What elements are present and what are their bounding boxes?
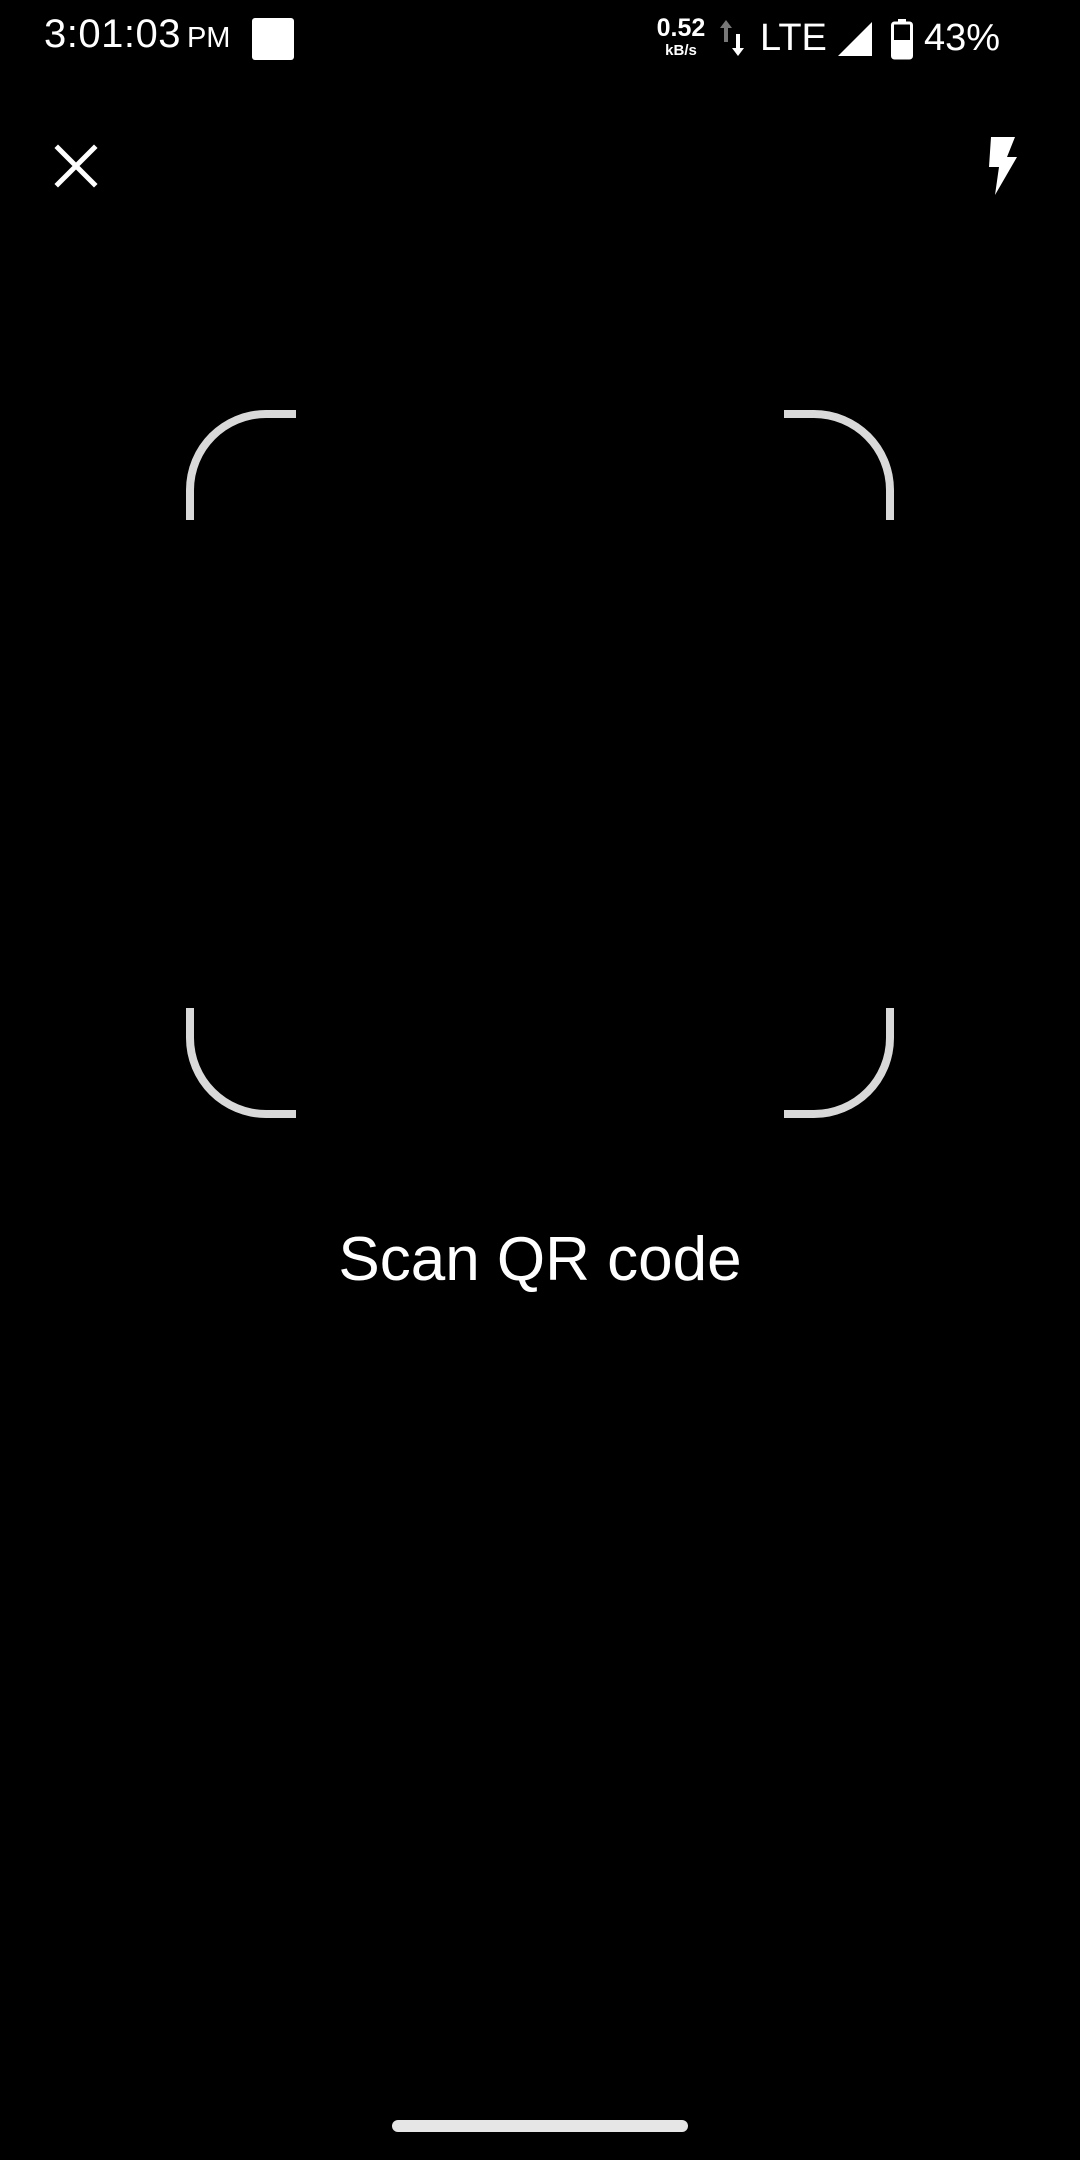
battery-icon [891, 19, 913, 60]
status-ampm: PM [186, 22, 231, 54]
network-type: LTE [760, 17, 827, 59]
viewfinder-corner-bottom-left [186, 1008, 296, 1118]
viewfinder-corner-top-right [784, 410, 894, 520]
scan-prompt: Scan QR code [338, 1225, 742, 1294]
flash-toggle-button[interactable] [962, 126, 1042, 206]
network-speed-value: 0.52 [656, 14, 706, 42]
viewfinder-corner-bottom-right [784, 1008, 894, 1118]
close-button[interactable] [36, 126, 116, 206]
notification-square-icon [252, 18, 294, 60]
network-speed: 0.52 kB/s [650, 14, 712, 59]
gesture-nav-handle[interactable] [392, 2120, 688, 2132]
status-time: 3:01:03 [44, 12, 181, 56]
data-activity-arrows-icon [720, 20, 744, 56]
close-icon [54, 144, 98, 188]
network-speed-unit: kB/s [665, 42, 697, 59]
viewfinder-corner-top-left [186, 410, 296, 520]
battery-percent: 43% [924, 17, 1001, 59]
flash-icon [989, 137, 1017, 195]
status-bar: 3:01:03 PM 0.52 kB/s LTE 43% [0, 0, 1080, 80]
status-clock: 3:01:03 PM [44, 12, 230, 66]
qr-viewfinder [186, 410, 894, 1118]
cell-signal-icon [838, 22, 872, 56]
